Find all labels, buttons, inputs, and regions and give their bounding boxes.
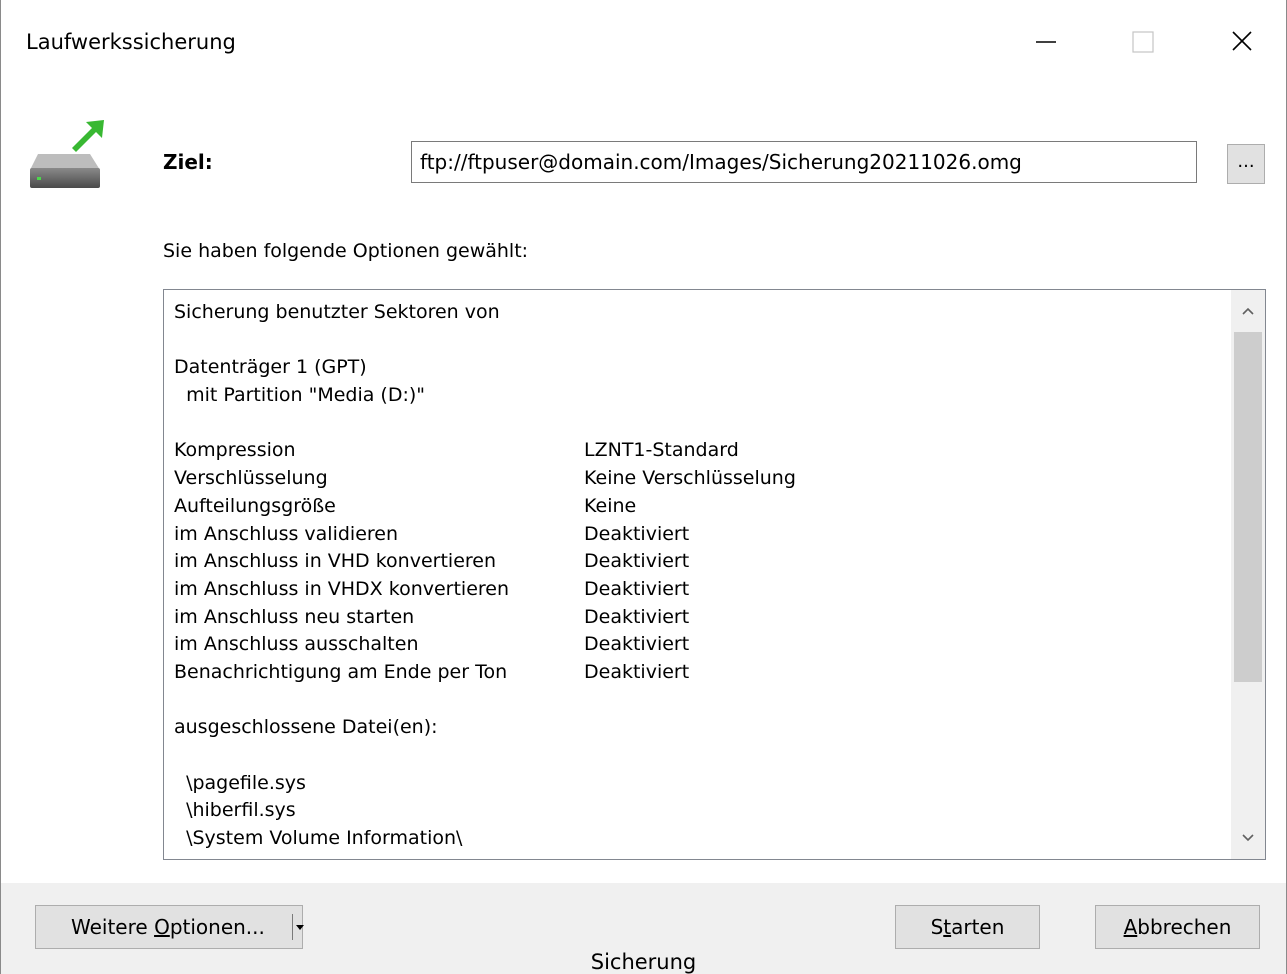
excluded-file: \pagefile.sys bbox=[174, 771, 306, 794]
scroll-up-button[interactable] bbox=[1231, 290, 1265, 330]
status-text: Sicherung bbox=[590, 950, 697, 974]
setting-row: Benachrichtigung am Ende per Ton Deaktivi… bbox=[174, 659, 796, 687]
setting-value: Keine bbox=[584, 494, 637, 517]
setting-row: im Anschluss in VHDX konvertieren Deaktiv… bbox=[174, 576, 796, 604]
setting-key: im Anschluss in VHD konvertieren bbox=[174, 550, 497, 573]
setting-key: Aufteilungsgröße bbox=[174, 494, 336, 517]
setting-value: Deaktiviert bbox=[584, 660, 690, 683]
chevron-up-icon bbox=[1242, 307, 1254, 315]
setting-key: im Anschluss validieren bbox=[174, 522, 399, 545]
title-bar: Laufwerkssicherung bbox=[1, 0, 1286, 84]
summary-partition: mit Partition "Media (D:)" bbox=[174, 384, 426, 407]
cancel-button[interactable]: Abbrechen bbox=[1095, 905, 1260, 949]
options-summary-box[interactable]: Sicherung benutzter Sektoren von Datentr… bbox=[163, 289, 1266, 860]
drive-backup-icon bbox=[28, 118, 108, 194]
excluded-file: \hiberfil.sys bbox=[174, 799, 296, 822]
setting-row: im Anschluss validieren Deaktiviert bbox=[174, 521, 796, 549]
excluded-header: ausgeschlossene Datei(en): bbox=[174, 716, 438, 739]
setting-row: Verschlüsselung Keine Verschlüsselung bbox=[174, 465, 796, 493]
destination-path-input[interactable]: ftp://ftpuser@domain.com/Images/Sicherun… bbox=[411, 141, 1197, 183]
chevron-down-icon bbox=[1242, 834, 1254, 842]
setting-row: im Anschluss ausschalten Deaktiviert bbox=[174, 631, 796, 659]
maximize-button bbox=[1107, 14, 1177, 70]
browse-button[interactable]: ... bbox=[1227, 144, 1265, 184]
setting-row: Kompression LZNT1-Standard bbox=[174, 437, 796, 465]
setting-value: Deaktiviert bbox=[584, 550, 690, 573]
setting-key: Kompression bbox=[174, 439, 296, 462]
options-caption: Sie haben folgende Optionen gewählt: bbox=[163, 240, 529, 262]
setting-row: im Anschluss in VHD konvertieren Deaktivi… bbox=[174, 548, 796, 576]
setting-key: im Anschluss neu starten bbox=[174, 605, 415, 628]
close-icon bbox=[1232, 31, 1252, 51]
start-button[interactable]: Starten bbox=[895, 905, 1040, 949]
dialog-window: Laufwerkssicherung Ziel: ftp://ftpuser@d… bbox=[0, 0, 1287, 974]
minimize-icon bbox=[1036, 41, 1056, 43]
more-options-button[interactable]: Weitere Optionen... bbox=[35, 905, 304, 949]
window-title: Laufwerkssicherung bbox=[26, 30, 236, 54]
setting-key: im Anschluss ausschalten bbox=[174, 633, 419, 656]
more-options-label: Weitere Optionen... bbox=[71, 915, 265, 939]
setting-value: Deaktiviert bbox=[584, 605, 690, 628]
split-separator bbox=[292, 914, 293, 940]
setting-value: Deaktiviert bbox=[584, 577, 690, 600]
close-button[interactable] bbox=[1206, 14, 1276, 70]
setting-value: Deaktiviert bbox=[584, 522, 690, 545]
summary-line: Sicherung benutzter Sektoren von bbox=[174, 301, 500, 323]
maximize-icon bbox=[1132, 31, 1154, 53]
scroll-down-button[interactable] bbox=[1231, 819, 1265, 859]
setting-value: LZNT1-Standard bbox=[584, 439, 739, 462]
setting-row: Aufteilungsgröße Keine bbox=[174, 493, 796, 521]
summary-content: Sicherung benutzter Sektoren von Datentr… bbox=[174, 299, 796, 853]
destination-label: Ziel: bbox=[163, 150, 213, 174]
excluded-file: \System Volume Information\ bbox=[174, 827, 463, 850]
setting-value: Deaktiviert bbox=[584, 633, 690, 656]
setting-value: Keine Verschlüsselung bbox=[584, 467, 796, 490]
vertical-scrollbar[interactable] bbox=[1231, 290, 1265, 859]
setting-row: im Anschluss neu starten Deaktiviert bbox=[174, 604, 796, 632]
summary-disk: Datenträger 1 (GPT) bbox=[174, 356, 367, 379]
setting-key: Benachrichtigung am Ende per Ton bbox=[174, 660, 508, 683]
minimize-button[interactable] bbox=[1011, 14, 1081, 70]
scroll-thumb[interactable] bbox=[1234, 332, 1262, 682]
setting-key: im Anschluss in VHDX konvertieren bbox=[174, 577, 510, 600]
setting-key: Verschlüsselung bbox=[174, 467, 328, 490]
